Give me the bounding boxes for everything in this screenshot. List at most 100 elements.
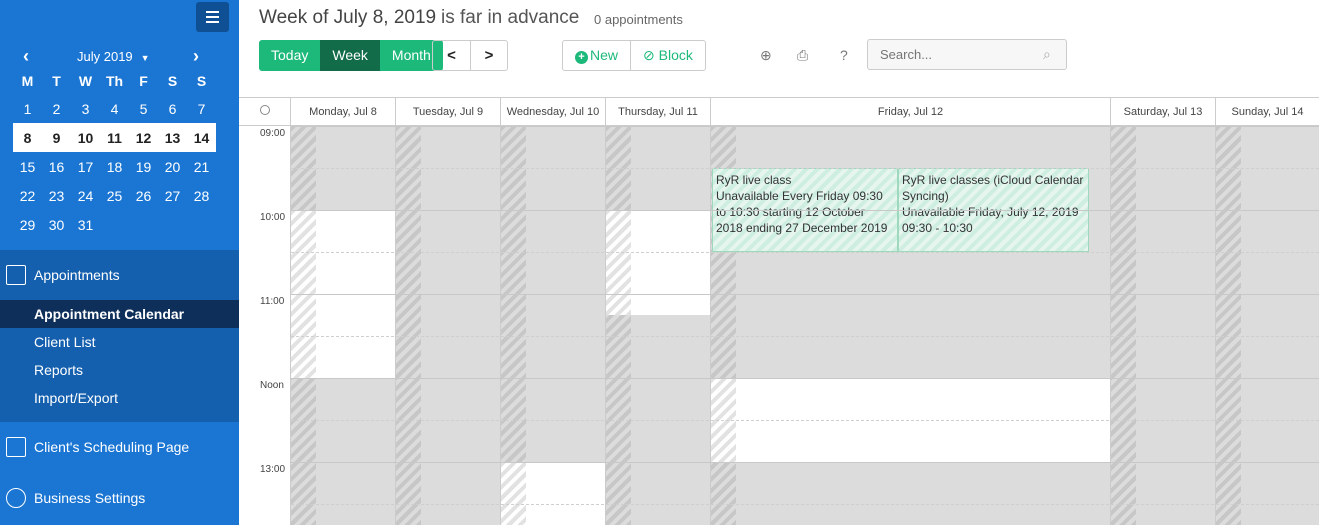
next-month-icon[interactable]: › bbox=[193, 46, 199, 67]
search-input[interactable] bbox=[867, 39, 1067, 70]
hour-line bbox=[291, 378, 1319, 379]
next-week-icon[interactable]: > bbox=[470, 41, 507, 70]
day-header[interactable]: Monday, Jul 8 bbox=[291, 98, 396, 126]
day-header[interactable]: Friday, Jul 12 bbox=[711, 98, 1111, 126]
mini-calendar-day[interactable]: 24 bbox=[71, 181, 100, 210]
week-calendar: Monday, Jul 8 Tuesday, Jul 9 Wednesday, … bbox=[239, 97, 1319, 525]
plus-icon: + bbox=[575, 51, 588, 64]
weekday-label: T bbox=[52, 73, 61, 89]
mini-calendar-day[interactable]: 6 bbox=[158, 94, 187, 123]
day-column-sunday[interactable] bbox=[1216, 126, 1319, 525]
nav-business-settings[interactable]: Business Settings bbox=[0, 473, 239, 523]
mini-calendar-day[interactable]: 18 bbox=[100, 152, 129, 181]
mini-calendar-day[interactable]: 7 bbox=[187, 94, 216, 123]
nav-reports[interactable]: Reports bbox=[0, 356, 239, 384]
day-column-saturday[interactable] bbox=[1111, 126, 1216, 525]
week-button[interactable]: Week bbox=[320, 40, 380, 71]
mini-calendar-day[interactable]: 30 bbox=[42, 210, 71, 239]
weekday-label: F bbox=[139, 73, 148, 89]
nav-appointments[interactable]: Appointments bbox=[0, 250, 239, 300]
mini-calendar-day[interactable]: 9 bbox=[42, 123, 71, 152]
mini-calendar-day[interactable]: 21 bbox=[187, 152, 216, 181]
mini-calendar-day[interactable]: 5 bbox=[129, 94, 158, 123]
day-column-tuesday[interactable] bbox=[396, 126, 501, 525]
time-label: 10:00 bbox=[260, 212, 286, 223]
mini-calendar-day[interactable]: 29 bbox=[13, 210, 42, 239]
unavailable-hatch bbox=[1111, 126, 1136, 525]
available-slot[interactable] bbox=[631, 210, 710, 315]
mini-calendar-day[interactable]: 27 bbox=[158, 181, 187, 210]
mini-calendar-day[interactable]: 17 bbox=[71, 152, 100, 181]
mini-calendar-day[interactable]: 25 bbox=[100, 181, 129, 210]
unavailable-hatch bbox=[1216, 126, 1241, 525]
hour-line bbox=[291, 210, 1319, 211]
day-header[interactable]: Thursday, Jul 11 bbox=[606, 98, 711, 126]
half-hour-line bbox=[291, 252, 1319, 253]
new-button[interactable]: + New bbox=[563, 41, 630, 70]
mini-calendar-day[interactable]: 28 bbox=[187, 181, 216, 210]
event-title: RyR live class bbox=[716, 173, 792, 187]
day-header[interactable]: Wednesday, Jul 10 bbox=[501, 98, 606, 126]
mini-calendar-day[interactable]: 11 bbox=[100, 123, 129, 152]
day-column-friday[interactable]: RyR live class Unavailable Every Friday … bbox=[711, 126, 1111, 525]
day-column-wednesday[interactable] bbox=[501, 126, 606, 525]
gear-icon bbox=[6, 488, 26, 508]
print-icon[interactable]: ⎙ bbox=[797, 47, 808, 64]
mini-calendar-day[interactable]: 3 bbox=[71, 94, 100, 123]
mini-calendar-day[interactable]: 26 bbox=[129, 181, 158, 210]
available-hatch bbox=[606, 210, 631, 315]
half-hour-line bbox=[291, 504, 1319, 505]
mini-calendar-day[interactable]: 13 bbox=[158, 123, 187, 152]
hour-line bbox=[291, 294, 1319, 295]
mini-calendar: ‹ July 2019 ▼ › M T W Th F S S 1234567891… bbox=[13, 46, 244, 239]
mini-calendar-day[interactable]: 1 bbox=[13, 94, 42, 123]
month-selector[interactable]: July 2019 ▼ bbox=[77, 49, 150, 64]
mini-calendar-day[interactable]: 14 bbox=[187, 123, 216, 152]
day-header[interactable]: Saturday, Jul 13 bbox=[1111, 98, 1216, 126]
day-column-thursday[interactable] bbox=[606, 126, 711, 525]
mini-calendar-day[interactable]: 2 bbox=[42, 94, 71, 123]
nav-import-export[interactable]: Import/Export bbox=[0, 384, 239, 412]
hour-line bbox=[291, 462, 1319, 463]
day-header[interactable]: Tuesday, Jul 9 bbox=[396, 98, 501, 126]
mini-calendar-day[interactable]: 8 bbox=[13, 123, 42, 152]
weekday-label: M bbox=[21, 73, 34, 89]
mini-calendar-day[interactable]: 23 bbox=[42, 181, 71, 210]
date-navigation: < > bbox=[432, 40, 508, 71]
mini-calendar-day[interactable]: 19 bbox=[129, 152, 158, 181]
mini-calendar-day[interactable]: 31 bbox=[71, 210, 100, 239]
mini-calendar-day[interactable]: 4 bbox=[100, 94, 129, 123]
mini-calendar-day[interactable]: 15 bbox=[13, 152, 42, 181]
time-column-header bbox=[239, 98, 291, 126]
time-label: 13:00 bbox=[260, 464, 286, 475]
help-icon[interactable]: ? bbox=[840, 47, 848, 63]
prev-month-icon[interactable]: ‹ bbox=[23, 46, 29, 67]
prev-week-icon[interactable]: < bbox=[433, 41, 470, 70]
mini-calendar-day[interactable]: 22 bbox=[13, 181, 42, 210]
available-slot[interactable] bbox=[526, 462, 605, 525]
mini-calendar-day[interactable]: 10 bbox=[71, 123, 100, 152]
nav-appointment-calendar[interactable]: Appointment Calendar bbox=[0, 300, 239, 328]
nav-client-scheduling-page[interactable]: Client's Scheduling Page bbox=[0, 422, 239, 472]
mini-calendar-day[interactable]: 16 bbox=[42, 152, 71, 181]
caret-down-icon: ▼ bbox=[140, 53, 150, 63]
day-header[interactable]: Sunday, Jul 14 bbox=[1216, 98, 1319, 126]
day-column-monday[interactable] bbox=[291, 126, 396, 525]
time-label: 11:00 bbox=[260, 296, 285, 307]
nav-client-list[interactable]: Client List bbox=[0, 328, 239, 356]
zoom-icon[interactable]: ⊕ bbox=[760, 47, 772, 64]
weekday-label: W bbox=[78, 73, 93, 89]
unavailable-hatch bbox=[606, 126, 631, 525]
browser-window-icon bbox=[6, 437, 26, 457]
menu-icon[interactable] bbox=[196, 2, 229, 32]
block-button[interactable]: ⊘ Block bbox=[630, 41, 705, 70]
weekday-label: S bbox=[196, 73, 207, 89]
mini-calendar-day[interactable]: 12 bbox=[129, 123, 158, 152]
event-detail: Unavailable Every Friday 09:30 to 10:30 … bbox=[716, 189, 888, 235]
half-hour-line bbox=[291, 168, 1319, 169]
new-label: New bbox=[590, 47, 619, 63]
today-button[interactable]: Today bbox=[259, 40, 321, 71]
time-gutter: 09:00 10:00 11:00 Noon 13:00 bbox=[239, 126, 291, 525]
nav-label: Appointments bbox=[34, 267, 120, 283]
mini-calendar-day[interactable]: 20 bbox=[158, 152, 187, 181]
